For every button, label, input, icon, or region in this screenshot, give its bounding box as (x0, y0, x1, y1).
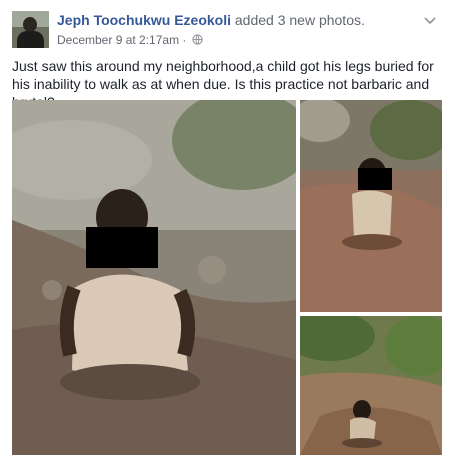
post-photo-1[interactable] (12, 100, 296, 455)
author-avatar[interactable] (12, 11, 49, 48)
post-photo-2[interactable] (300, 100, 442, 312)
post-action-text: added 3 new photos. (234, 12, 365, 28)
globe-icon[interactable] (192, 34, 203, 48)
author-line: Jeph Toochukwu Ezeokoli added 3 new phot… (57, 12, 365, 28)
post-photo-3[interactable] (300, 316, 442, 455)
post-meta: December 9 at 2:17am · (57, 33, 203, 48)
post-header: Jeph Toochukwu Ezeokoli added 3 new phot… (0, 0, 450, 56)
author-name-link[interactable]: Jeph Toochukwu Ezeokoli (57, 12, 231, 28)
meta-separator: · (179, 33, 190, 47)
chevron-down-icon[interactable] (422, 12, 438, 28)
post-timestamp[interactable]: December 9 at 2:17am (57, 33, 179, 47)
